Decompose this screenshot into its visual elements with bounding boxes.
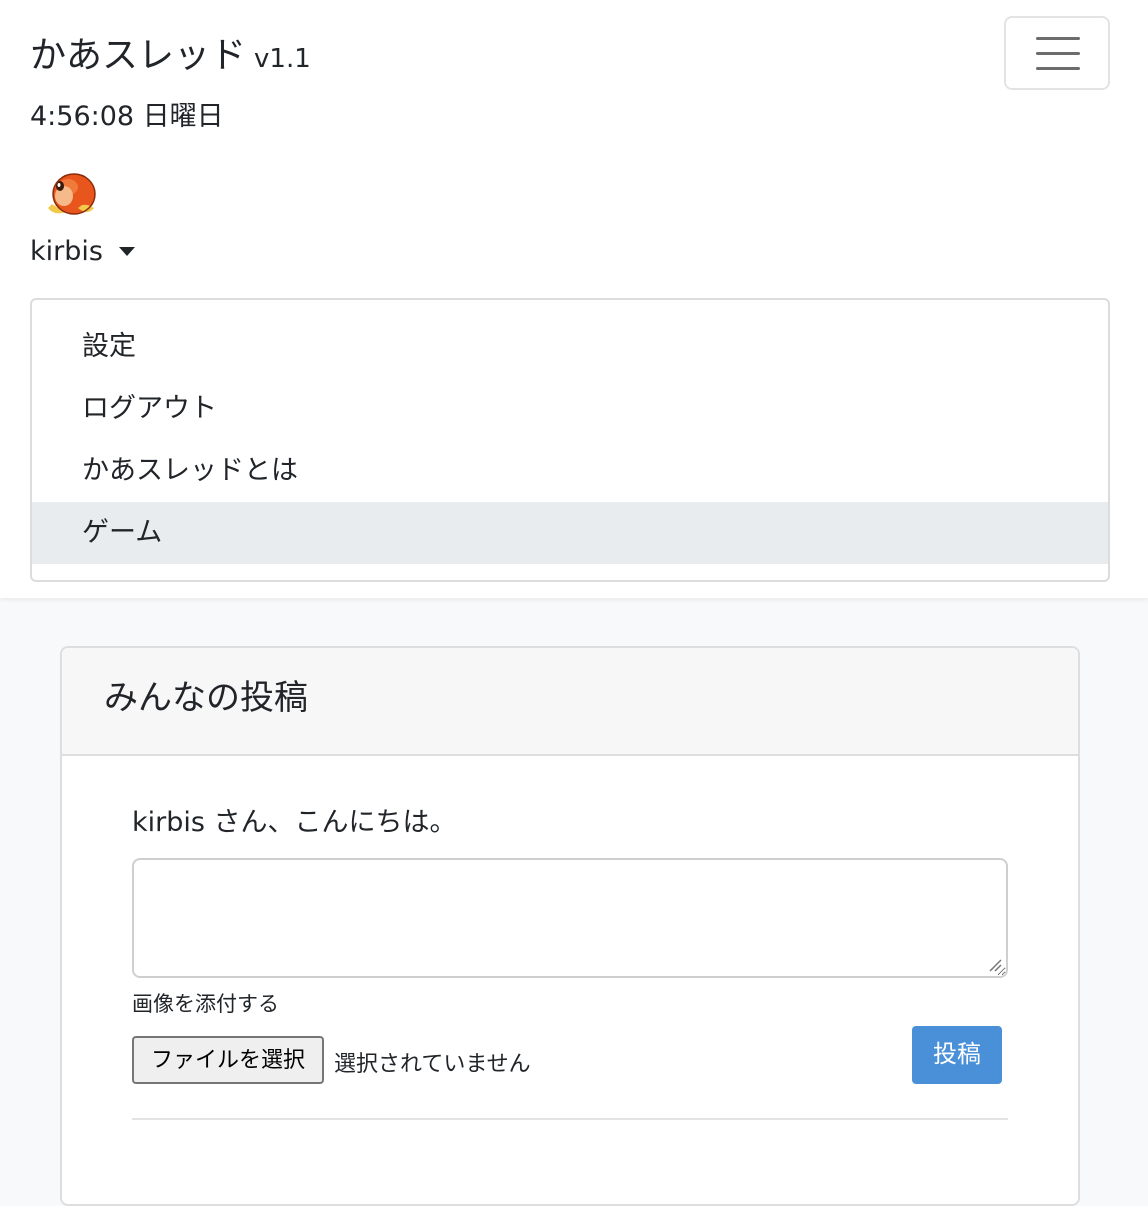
dropdown-item-logout[interactable]: ログアウト xyxy=(32,378,1108,440)
user-dropdown-toggle[interactable]: kirbis xyxy=(30,236,135,267)
file-status-text: 選択されていません xyxy=(334,1052,531,1077)
hamburger-icon-line xyxy=(1036,67,1080,70)
app-version: v1.1 xyxy=(254,44,311,74)
clock: 4:56:08 日曜日 xyxy=(30,101,224,132)
choose-file-button[interactable]: ファイルを選択 xyxy=(132,1036,324,1084)
dropdown-item-settings[interactable]: 設定 xyxy=(32,316,1108,378)
app-name: かあスレッド xyxy=(30,35,247,76)
hamburger-icon-line xyxy=(1036,52,1080,55)
submit-post-button[interactable]: 投稿 xyxy=(912,1026,1002,1084)
caret-down-icon xyxy=(118,247,135,256)
resize-grip-icon[interactable] xyxy=(988,958,1002,972)
navbar: かあスレッド v1.1 4:56:08 日曜日 kirbis 設定 ログアウト か… xyxy=(0,0,1148,598)
posts-card: みんなの投稿 kirbis さん、こんにちは。 画像を添付する ファイルを選択 … xyxy=(60,646,1080,1206)
post-textarea[interactable] xyxy=(132,858,1008,978)
app-brand[interactable]: かあスレッド v1.1 xyxy=(30,26,311,78)
user-dropdown-menu: 設定 ログアウト かあスレッドとは ゲーム xyxy=(30,298,1110,582)
attach-image-label: 画像を添付する xyxy=(132,992,279,1016)
card-header: みんなの投稿 xyxy=(62,648,1078,756)
navbar-toggle-button[interactable] xyxy=(1004,16,1110,90)
dropdown-item-about[interactable]: かあスレッドとは xyxy=(32,440,1108,502)
divider xyxy=(132,1118,1008,1120)
user-name: kirbis xyxy=(30,236,103,267)
dropdown-item-game[interactable]: ゲーム xyxy=(32,502,1108,564)
card-title: みんなの投稿 xyxy=(104,678,308,718)
avatar-icon xyxy=(48,173,96,215)
hamburger-icon xyxy=(1036,37,1080,40)
greeting-text: kirbis さん、こんにちは。 xyxy=(132,807,457,838)
